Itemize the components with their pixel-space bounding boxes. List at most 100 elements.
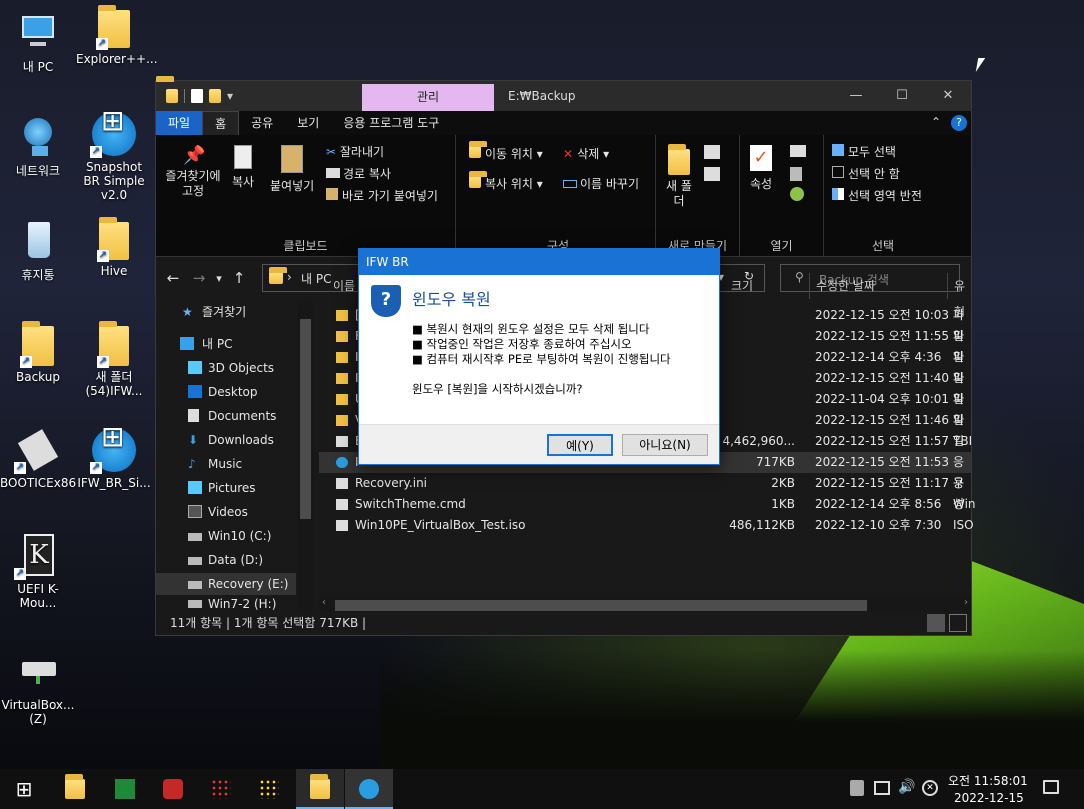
- desktop-icon-snapshot[interactable]: ↗ Snapshot BR Simple v2.0: [76, 112, 152, 202]
- back-arrow-icon[interactable]: ←: [160, 269, 186, 287]
- nav-item-music[interactable]: ♪ Music: [156, 453, 296, 475]
- nav-item-3d-objects[interactable]: 3D Objects: [156, 357, 296, 379]
- desktop-icon-new-folder[interactable]: ↗ 새 폴더 (54)IFW...: [76, 321, 152, 398]
- scroll-right-icon[interactable]: ›: [964, 597, 968, 608]
- new-folder-icon[interactable]: [209, 89, 221, 103]
- edit-icon[interactable]: [790, 167, 802, 181]
- yes-button[interactable]: 예(Y): [547, 434, 613, 456]
- open-icon[interactable]: [790, 145, 806, 157]
- nav-item-downloads[interactable]: ⬇ Downloads: [156, 429, 296, 451]
- properties-button[interactable]: ✓ 속성: [750, 145, 772, 192]
- minimize-button[interactable]: —: [833, 81, 879, 111]
- column-header-type[interactable]: 유형: [947, 273, 971, 319]
- file-row[interactable]: SwitchTheme.cmd 1KB 2022-12-14 오후 8:56 Win: [319, 494, 976, 515]
- clock-date[interactable]: 2022-12-15: [954, 791, 1024, 805]
- desktop-icon-ifw-br[interactable]: ↗ IFW_BR_Si...: [76, 428, 152, 490]
- desktop-icon-network[interactable]: 네트워크: [0, 116, 76, 178]
- tab-app-tools[interactable]: 응용 프로그램 도구: [331, 111, 451, 135]
- folder-icon[interactable]: [166, 89, 178, 103]
- taskbar-app-yellow-dots[interactable]: [245, 769, 293, 809]
- copy-to-button[interactable]: 복사 위치 ▾: [469, 171, 543, 192]
- desktop-icon-hive[interactable]: ↗ Hive: [76, 217, 152, 278]
- rename-button[interactable]: 이름 바꾸기: [563, 175, 639, 192]
- tab-file[interactable]: 파일: [156, 111, 203, 135]
- star-icon: ★: [182, 305, 193, 319]
- no-button[interactable]: 아니요(N): [622, 434, 708, 456]
- desktop-icon: [188, 385, 202, 398]
- tray-volume-icon[interactable]: 🔊: [898, 779, 915, 795]
- start-button[interactable]: ⊞: [0, 769, 48, 809]
- taskbar-ifw-br-active[interactable]: [345, 769, 393, 809]
- copy-path-button[interactable]: 경로 복사: [326, 165, 391, 182]
- maximize-button[interactable]: ☐: [879, 81, 925, 111]
- forward-arrow-icon[interactable]: →: [186, 269, 212, 287]
- select-none-button[interactable]: 선택 안 함: [832, 165, 900, 182]
- delete-button[interactable]: ✕ 삭제 ▾: [563, 145, 609, 162]
- large-icons-view-icon[interactable]: [949, 614, 967, 632]
- nav-item-videos[interactable]: Videos: [156, 501, 296, 523]
- copy-button[interactable]: 복사: [232, 145, 254, 190]
- nav-item-drive-h[interactable]: Win7-2 (H:): [156, 597, 296, 611]
- scrollbar-thumb[interactable]: [335, 600, 867, 611]
- desktop-icon-my-pc[interactable]: 내 PC: [0, 12, 76, 74]
- desktop-icon-uefi-kmount[interactable]: K ↗ UEFI K-Mou...: [0, 534, 76, 610]
- desktop-icon-backup[interactable]: ↗ Backup: [0, 321, 76, 384]
- taskbar-app-green[interactable]: [101, 769, 149, 809]
- column-header-date[interactable]: 수정한 날짜: [809, 273, 875, 299]
- nav-item-documents[interactable]: Documents: [156, 405, 296, 427]
- desktop-icon-explorerpp[interactable]: ↗ Explorer++...: [76, 5, 158, 66]
- file-row[interactable]: Recovery.ini 2KB 2022-12-15 오전 11:17 구성: [319, 473, 971, 511]
- nav-item-drive-c[interactable]: Win10 (C:): [156, 525, 296, 547]
- easy-access-icon[interactable]: [704, 167, 720, 181]
- move-to-button[interactable]: 이동 위치 ▾: [469, 141, 543, 162]
- tray-security-icon[interactable]: [850, 780, 864, 796]
- nav-item-drive-e[interactable]: Recovery (E:): [156, 573, 296, 595]
- up-arrow-icon[interactable]: ↑: [226, 269, 252, 287]
- new-folder-button[interactable]: 새 폴더: [666, 144, 692, 209]
- tab-view[interactable]: 보기: [285, 111, 331, 135]
- nav-item-pictures[interactable]: Pictures: [156, 477, 296, 499]
- paste-shortcut-button[interactable]: 바로 가기 붙여넣기: [326, 187, 438, 204]
- nav-item-drive-d[interactable]: Data (D:): [156, 549, 296, 571]
- notification-center-icon[interactable]: [1043, 780, 1059, 794]
- clock-time[interactable]: 오전 11:58:01: [948, 772, 1028, 789]
- collapse-ribbon-icon[interactable]: ⌃: [931, 115, 941, 129]
- new-item-icon[interactable]: [704, 145, 720, 159]
- window-controls: — ☐ ✕: [833, 81, 971, 111]
- desktop-icon-recycle-bin[interactable]: 휴지통: [0, 220, 76, 282]
- scrollbar-thumb[interactable]: [300, 319, 311, 519]
- nav-item-desktop[interactable]: Desktop: [156, 381, 296, 403]
- wallpaper-ground: [380, 650, 1084, 770]
- file-row[interactable]: Win10PE_VirtualBox_Test.iso 486,112KB 2022…: [319, 515, 974, 536]
- tab-manage[interactable]: 관리: [362, 84, 494, 111]
- help-icon[interactable]: ?: [951, 115, 967, 131]
- nav-item-my-pc[interactable]: 내 PC: [156, 333, 296, 355]
- taskbar-explorer-active[interactable]: [296, 769, 344, 809]
- chevron-down-icon[interactable]: ▾: [227, 89, 237, 103]
- details-view-icon[interactable]: [927, 614, 945, 632]
- desktop-icon-bootice[interactable]: ↗ BOOTICEx86: [0, 428, 76, 490]
- tab-home[interactable]: 홈: [202, 110, 240, 136]
- taskbar-explorer-pin[interactable]: [51, 769, 99, 809]
- tray-network-icon[interactable]: [874, 781, 890, 795]
- taskbar-app-red-dots[interactable]: [197, 769, 245, 809]
- close-button[interactable]: ✕: [925, 81, 971, 111]
- column-header-name[interactable]: 이름: [333, 273, 355, 299]
- paste-button[interactable]: 붙여넣기: [270, 145, 314, 194]
- pin-button[interactable]: 📌 즐겨찾기에 고정: [162, 145, 224, 199]
- properties-icon[interactable]: [191, 89, 203, 103]
- invert-selection-button[interactable]: 선택 영역 반전: [832, 187, 922, 204]
- history-icon[interactable]: [790, 187, 804, 201]
- tab-share[interactable]: 공유: [239, 111, 285, 135]
- desktop-icon-virtualbox-drive[interactable]: VirtualBox... (Z): [0, 650, 76, 726]
- select-all-button[interactable]: 모두 선택: [832, 143, 896, 160]
- scroll-left-icon[interactable]: ‹: [322, 597, 326, 608]
- recent-locations-icon[interactable]: ▾: [212, 272, 226, 285]
- cut-button[interactable]: ✂ 잘라내기: [326, 143, 384, 160]
- tray-no-connection-icon[interactable]: ✕: [922, 780, 938, 796]
- column-header-size[interactable]: 크기: [731, 273, 753, 299]
- ribbon-group-new: 새 폴더 새로 만들기: [656, 135, 740, 257]
- nav-item-favorites[interactable]: ★ 즐겨찾기: [156, 301, 296, 323]
- nav-scrollbar[interactable]: [297, 301, 314, 611]
- taskbar-app-power[interactable]: [149, 769, 197, 809]
